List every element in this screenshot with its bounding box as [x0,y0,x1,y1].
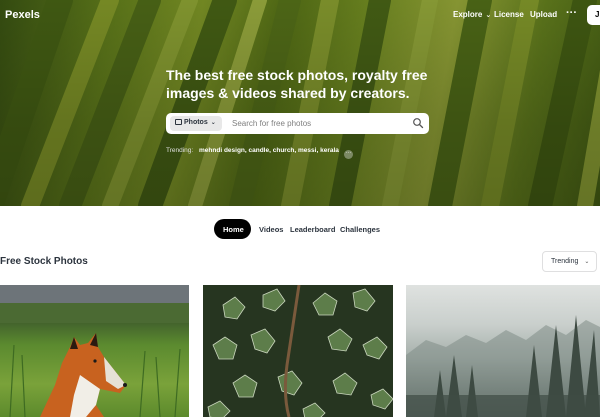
search-input[interactable] [232,116,402,131]
trending-more-icon[interactable]: ··· [343,150,353,159]
photo-card-forest[interactable] [406,285,600,417]
search-icon[interactable] [412,117,424,129]
search-type-dropdown[interactable]: Photos ⌄ [170,116,222,131]
sort-dropdown[interactable]: Trending ⌄ [542,251,597,272]
fox-photo [0,285,189,417]
hero-headline: The best free stock photos, royalty free… [166,67,428,101]
tab-leaderboard[interactable]: Leaderboard [290,219,335,239]
chevron-down-icon: ⌄ [210,120,216,126]
hero-overlay [0,0,600,206]
tab-home[interactable]: Home [214,219,251,239]
nav-license[interactable]: License [494,10,524,19]
tab-challenges[interactable]: Challenges [340,219,380,239]
photo-card-ivy[interactable] [203,285,393,417]
search-type-label: Photos [184,119,208,126]
trending-term[interactable]: messi, [298,147,318,154]
sort-label: Trending [551,258,579,265]
chevron-down-icon: ⌄ [584,259,590,265]
trending-term[interactable]: mehndi design, [199,147,247,154]
more-options-icon[interactable]: ··· [566,7,577,19]
nav-explore-label: Explore [453,10,483,19]
search-bar: Photos ⌄ [166,113,429,134]
image-icon [175,119,182,125]
trending-searches: Trending: mehndi design, candle, church,… [166,147,353,159]
section-title: Free Stock Photos [0,256,88,267]
trending-label: Trending: [166,147,194,154]
content-tabs: Home Videos Leaderboard Challenges [214,219,414,239]
trending-term[interactable]: church, [273,147,296,154]
forest-photo [406,315,600,417]
top-navigation: Pexels Explore ⌄ License Upload ··· J [0,0,600,30]
ivy-photo [203,285,393,417]
photo-card-fox[interactable] [0,285,189,417]
join-button[interactable]: J [587,5,600,25]
trending-term[interactable]: kerala [320,147,339,154]
tab-videos[interactable]: Videos [259,219,283,239]
pexels-logo[interactable]: Pexels [5,9,40,21]
chevron-down-icon: ⌄ [485,12,492,19]
nav-upload[interactable]: Upload [530,10,557,19]
trending-term[interactable]: candle, [249,147,271,154]
hero-banner [0,0,600,206]
nav-explore[interactable]: Explore ⌄ [453,10,491,19]
